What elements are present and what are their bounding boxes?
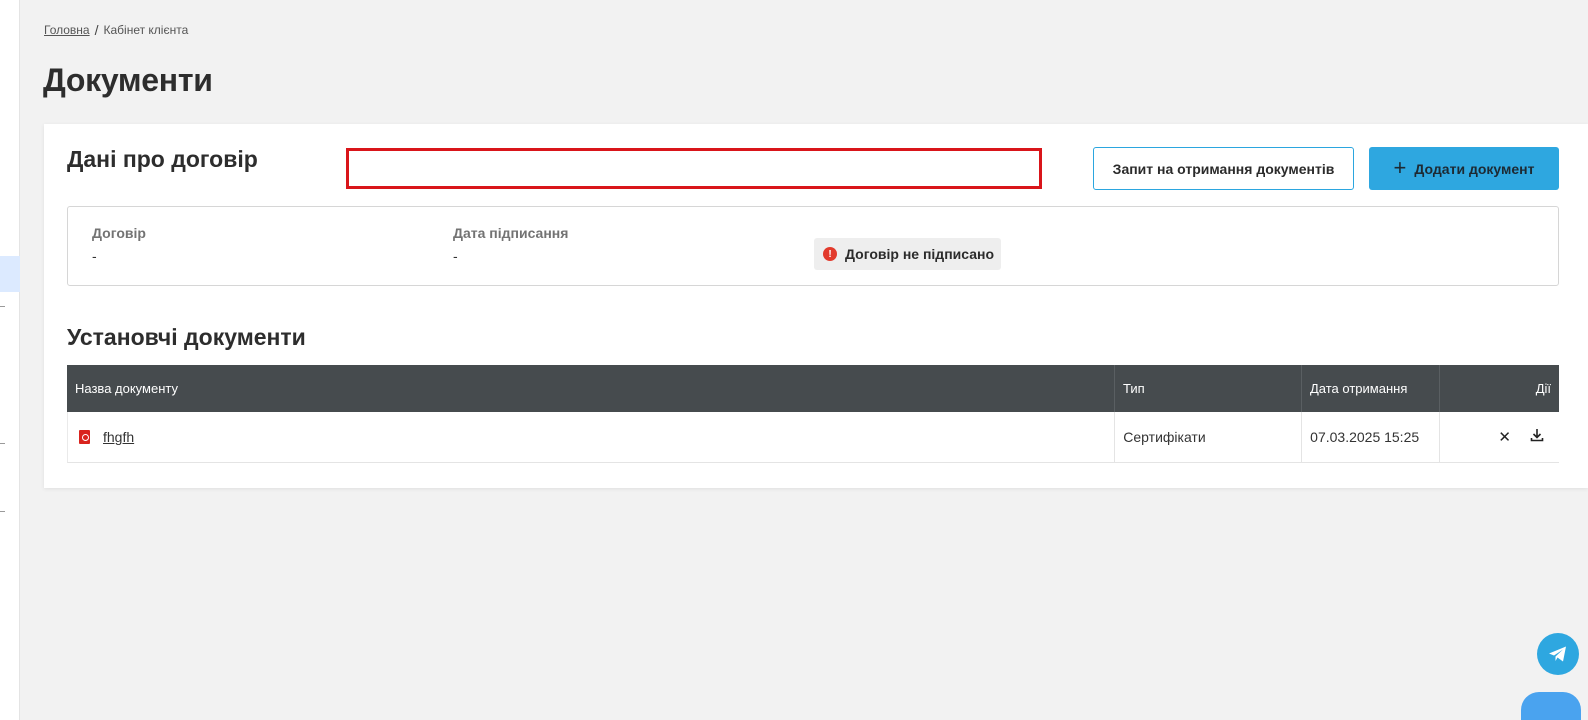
sidebar-tick [0,511,5,512]
breadcrumb-separator: / [94,22,99,38]
signing-date-label: Дата підписання [453,225,569,241]
page-title: Документи [43,62,213,98]
chat-widget-button[interactable] [1521,692,1581,720]
document-actions-cell: ✕ [1440,412,1559,462]
sidebar-tick [0,443,5,444]
sidebar [0,0,20,720]
telegram-icon [1549,646,1566,662]
column-header-name: Назва документу [67,365,1115,412]
table-row: fhgfh Сертифікати 07.03.2025 15:25 ✕ [67,412,1559,463]
document-link[interactable]: fhgfh [103,429,134,445]
status-text: Договір не підписано [845,246,995,262]
add-document-label: Додати документ [1414,160,1535,177]
breadcrumb-home-link[interactable]: Головна [44,23,90,37]
breadcrumb-current: Кабінет клієнта [103,23,189,37]
contract-field-label: Договір [92,225,146,241]
contract-field-value: - [92,248,97,264]
documents-card: Дані про договір Запит на отримання доку… [44,124,1588,488]
highlight-box [346,148,1042,189]
document-type-cell: Сертифікати [1115,412,1303,462]
add-document-button[interactable]: + Додати документ [1369,147,1559,190]
documents-table: Назва документу Тип Дата отримання Дії f… [67,365,1559,463]
column-header-type: Тип [1115,365,1302,412]
request-documents-button[interactable]: Запит на отримання документів [1093,147,1354,190]
column-header-date: Дата отримання [1302,365,1440,412]
sidebar-tick [0,306,5,307]
table-header: Назва документу Тип Дата отримання Дії [67,365,1559,412]
document-date-cell: 07.03.2025 15:25 [1302,412,1441,462]
signing-date-field: Дата підписання - [453,225,568,264]
sidebar-active-item[interactable] [0,256,20,292]
telegram-button[interactable] [1537,633,1579,675]
document-name-cell: fhgfh [68,412,1116,462]
contract-info-box: Договір - Дата підписання - ! Договір не… [67,206,1559,286]
alert-icon: ! [823,247,837,261]
documents-section-title: Установчі документи [67,324,306,350]
pdf-file-icon [79,430,90,444]
download-icon[interactable] [1529,427,1545,447]
signing-date-value: - [453,248,458,264]
contract-field: Договір - [92,225,146,264]
status-badge: ! Договір не підписано [814,238,1002,270]
plus-icon: + [1393,154,1407,180]
delete-icon[interactable]: ✕ [1498,428,1511,446]
contract-section-title: Дані про договір [67,146,258,172]
column-header-actions: Дії [1535,381,1551,396]
breadcrumb: Головна / Кабінет клієнта [44,22,188,38]
